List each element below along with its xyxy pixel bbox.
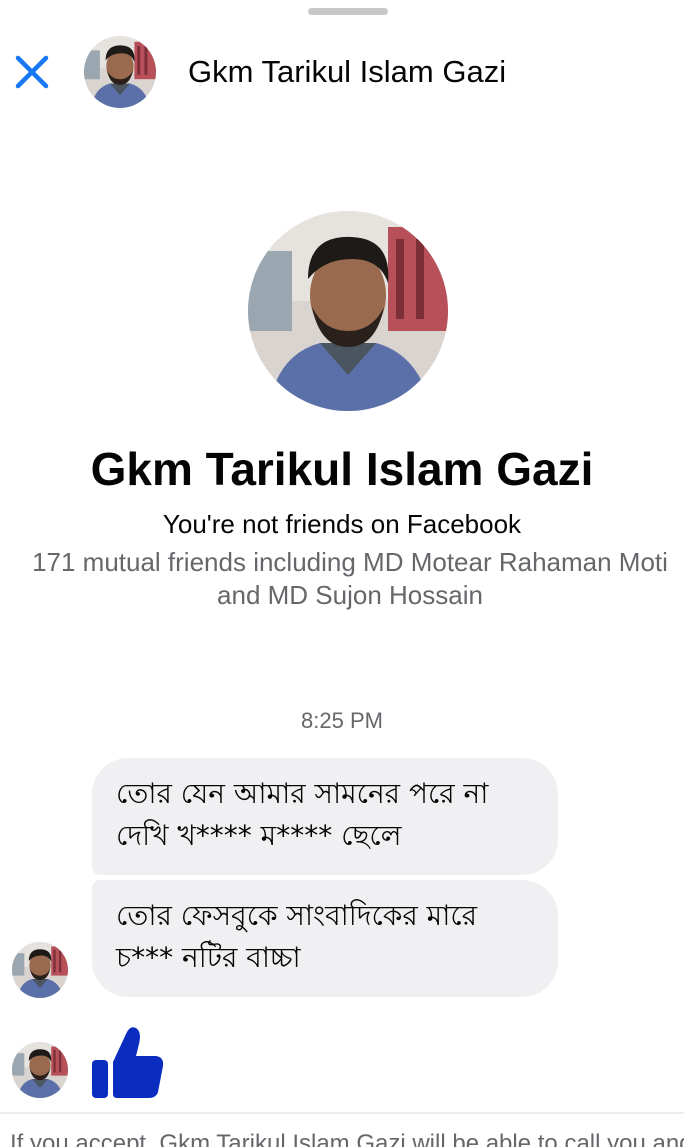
profile-avatar[interactable] (248, 211, 448, 411)
mutual-friends-text: 171 mutual friends including MD Motear R… (32, 547, 668, 610)
drag-handle[interactable] (308, 8, 388, 15)
message-timestamp: 8:25 PM (301, 708, 383, 733)
divider (0, 1112, 684, 1114)
friend-status-text: You're not friends on Facebook (162, 509, 522, 539)
thumbs-up-reaction[interactable] (92, 1024, 164, 1100)
close-button[interactable] (10, 50, 54, 94)
profile-name: Gkm Tarikul Islam Gazi (90, 443, 594, 495)
message-bubble[interactable]: তোর যেন আমার সামনের পরে না দেখি খ**** ম*… (92, 758, 558, 875)
message-bubble[interactable]: তোর ফেসবুকে সাংবাদিকের মারে চ*** নটির বা… (92, 880, 558, 997)
header-contact-name[interactable]: Gkm Tarikul Islam Gazi (188, 54, 506, 90)
message-request-notice: If you accept, Gkm Tarikul Islam Gazi wi… (10, 1130, 684, 1147)
close-icon (15, 55, 49, 89)
thumbs-up-icon (92, 1027, 164, 1098)
header-avatar[interactable] (84, 36, 156, 108)
sender-avatar[interactable] (12, 1042, 68, 1098)
sender-avatar[interactable] (12, 942, 68, 998)
